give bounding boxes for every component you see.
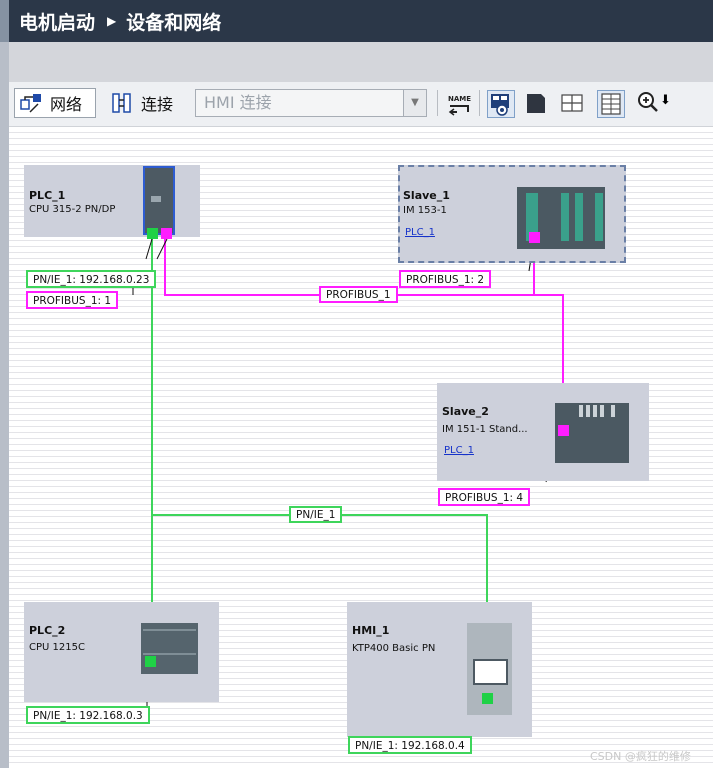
master-link[interactable]: PLC_1	[405, 227, 435, 238]
network-mode-label: 网络	[50, 95, 83, 114]
left-panel-edge[interactable]	[0, 42, 9, 768]
profibus-port-icon[interactable]	[161, 228, 172, 239]
name-tag-icon: NAME	[448, 95, 471, 116]
device-slave-1[interactable]: Slave_1 IM 153-1 PLC_1	[398, 165, 626, 263]
device-plc-1[interactable]: PLC_1 CPU 315-2 PN/DP	[24, 165, 200, 239]
master-link[interactable]: PLC_1	[444, 445, 474, 456]
plc-1-module[interactable]	[143, 166, 175, 239]
io-module	[593, 405, 597, 417]
table-view-button[interactable]	[597, 90, 625, 118]
breadcrumb-separator-icon: ▶	[107, 14, 117, 28]
io-module	[579, 405, 583, 417]
module-stripe	[143, 653, 196, 655]
page-icon	[527, 94, 545, 113]
device-type: IM 151-1 Stand...	[442, 424, 528, 435]
module-slot	[151, 196, 161, 202]
rack-module	[561, 193, 569, 241]
view-tabs-band	[9, 42, 713, 83]
left-strip	[0, 0, 9, 42]
network-view-canvas[interactable]: PLC_1 CPU 315-2 PN/DP PN/IE_1: 192.168.0…	[9, 127, 713, 768]
io-module	[586, 405, 590, 417]
device-type: IM 153-1	[403, 205, 447, 216]
name-icon-text: NAME	[448, 95, 471, 103]
toolbar-separator	[437, 90, 438, 116]
plc-2-module[interactable]	[141, 623, 198, 674]
hmi-1-pn-address-label[interactable]: PN/IE_1: 192.168.0.4	[348, 736, 472, 754]
grid-view-button[interactable]	[559, 90, 587, 118]
network-icon	[20, 94, 41, 113]
grid-icon	[561, 94, 583, 112]
connection-type-value: HMI 连接	[204, 93, 272, 112]
title-bar: 电机启动 ▶ 设备和网络	[0, 0, 713, 42]
pn-port-icon[interactable]	[147, 228, 158, 239]
io-module	[611, 405, 615, 417]
hmi-panel[interactable]	[467, 623, 512, 715]
connections-icon	[112, 93, 131, 113]
device-type: KTP400 Basic PN	[352, 643, 436, 654]
show-device-names-button[interactable]: NAME	[445, 90, 473, 118]
watermark: CSDN @疯狂的维修	[590, 750, 691, 763]
device-name: Slave_2	[442, 405, 489, 418]
device-type: CPU 315-2 PN/DP	[29, 204, 116, 215]
rack-module	[575, 193, 583, 241]
zoom-button[interactable]: ⬇	[637, 90, 677, 118]
device-hmi-1[interactable]: HMI_1 KTP400 Basic PN	[347, 602, 532, 737]
device-type: CPU 1215C	[29, 642, 85, 653]
profibus-network-label[interactable]: PROFIBUS_1	[319, 286, 398, 303]
hmi-screen-icon	[473, 659, 508, 685]
device-name: PLC_2	[29, 624, 66, 637]
slave-1-profibus-address-label[interactable]: PROFIBUS_1: 2	[399, 270, 492, 288]
plc-1-pn-address-label[interactable]: PN/IE_1: 192.168.0.23	[26, 270, 157, 288]
device-name: Slave_1	[403, 189, 450, 202]
slave-1-rack[interactable]	[517, 187, 605, 249]
connections-mode-label: 连接	[141, 95, 174, 114]
toolbar-separator	[479, 90, 480, 116]
device-name: HMI_1	[352, 624, 390, 637]
slave-2-station[interactable]	[555, 403, 629, 463]
page-break-button[interactable]	[523, 90, 551, 118]
network-toolbar: 网络 连接 HMI 连接 ▼ NAME ⬇	[9, 82, 713, 127]
connections-mode-button[interactable]: 连接	[109, 88, 189, 118]
device-name: PLC_1	[29, 189, 66, 202]
breadcrumb-section: 设备和网络	[126, 11, 222, 34]
device-overview-icon	[491, 94, 509, 116]
module-stripe	[143, 629, 196, 631]
device-plc-2[interactable]: PLC_2 CPU 1215C	[24, 602, 219, 702]
plc-2-pn-address-label[interactable]: PN/IE_1: 192.168.0.3	[26, 706, 150, 724]
pnie-network-label[interactable]: PN/IE_1	[289, 506, 343, 523]
zoom-in-icon	[638, 92, 658, 112]
rack-module	[595, 193, 603, 241]
plc-1-profibus-address-label[interactable]: PROFIBUS_1: 1	[26, 291, 119, 309]
network-mode-button[interactable]: 网络	[14, 88, 96, 118]
show-address-overview-button[interactable]	[487, 90, 515, 118]
chevron-down-icon[interactable]: ▼	[403, 90, 426, 116]
pn-port-icon[interactable]	[482, 693, 493, 704]
slave-2-profibus-address-label[interactable]: PROFIBUS_1: 4	[438, 488, 531, 506]
pn-port-icon[interactable]	[145, 656, 156, 667]
breadcrumb-project[interactable]: 电机启动	[19, 8, 95, 35]
device-slave-2[interactable]: Slave_2 IM 151-1 Stand... PLC_1	[437, 383, 649, 481]
profibus-port-icon[interactable]	[558, 425, 569, 436]
profibus-port-icon[interactable]	[529, 232, 540, 243]
zoom-dropdown-icon: ⬇	[660, 93, 671, 108]
table-icon	[601, 93, 621, 115]
connection-type-select[interactable]: HMI 连接 ▼	[195, 89, 427, 117]
io-module	[600, 405, 604, 417]
